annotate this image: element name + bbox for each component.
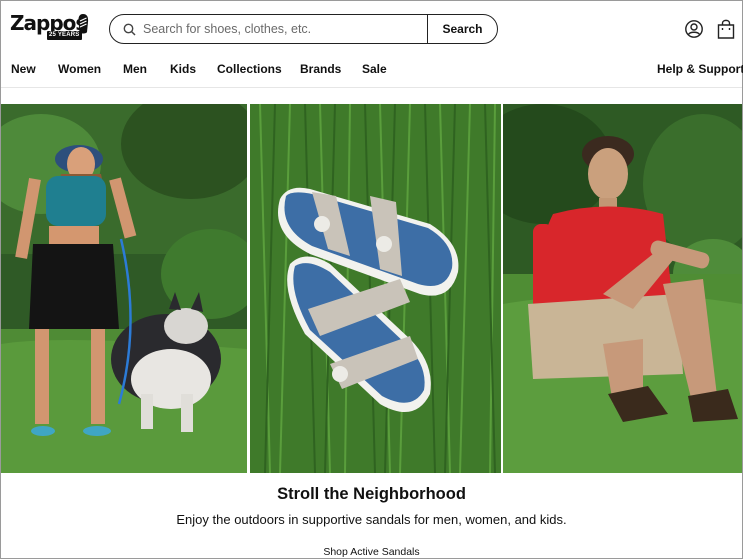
nav-divider [1,87,742,88]
sandals-illustration [250,104,501,473]
site-header: Zappos 25 YEARS Search [1,1,742,57]
shopping-bag-icon[interactable] [715,18,737,40]
search-button[interactable]: Search [427,15,497,43]
search-input[interactable] [136,15,427,43]
logo-shoe-mark-icon [78,14,89,34]
nav-item-kids[interactable]: Kids [170,62,196,76]
search-bar: Search [109,14,498,44]
nav-item-women[interactable]: Women [58,62,101,76]
hero-image-blue-kids-sandals[interactable] [250,104,501,473]
zappos-logo[interactable]: Zappos 25 YEARS [10,11,89,41]
nav-item-men[interactable]: Men [123,62,147,76]
user-account-icon[interactable] [683,18,705,40]
help-support-link[interactable]: Help & Support [657,62,743,76]
promo-subtitle: Enjoy the outdoors in supportive sandals… [176,512,567,527]
woman-dog-illustration [1,104,247,473]
nav-item-collections[interactable]: Collections [217,62,282,76]
nav-item-new[interactable]: New [11,62,36,76]
nav-item-sale[interactable]: Sale [362,62,387,76]
search-icon [110,15,136,43]
shop-active-sandals-link[interactable]: Shop Active Sandals [1,546,742,558]
promo-title: Stroll the Neighborhood [277,485,466,503]
man-sitting-illustration [503,104,742,473]
nav-item-brands[interactable]: Brands [300,62,341,76]
hero-image-man-sitting-sandals[interactable] [503,104,742,473]
hero-image-woman-walking-husky[interactable] [1,104,247,473]
main-nav: New Women Men Kids Collections Brands Sa… [1,57,743,87]
